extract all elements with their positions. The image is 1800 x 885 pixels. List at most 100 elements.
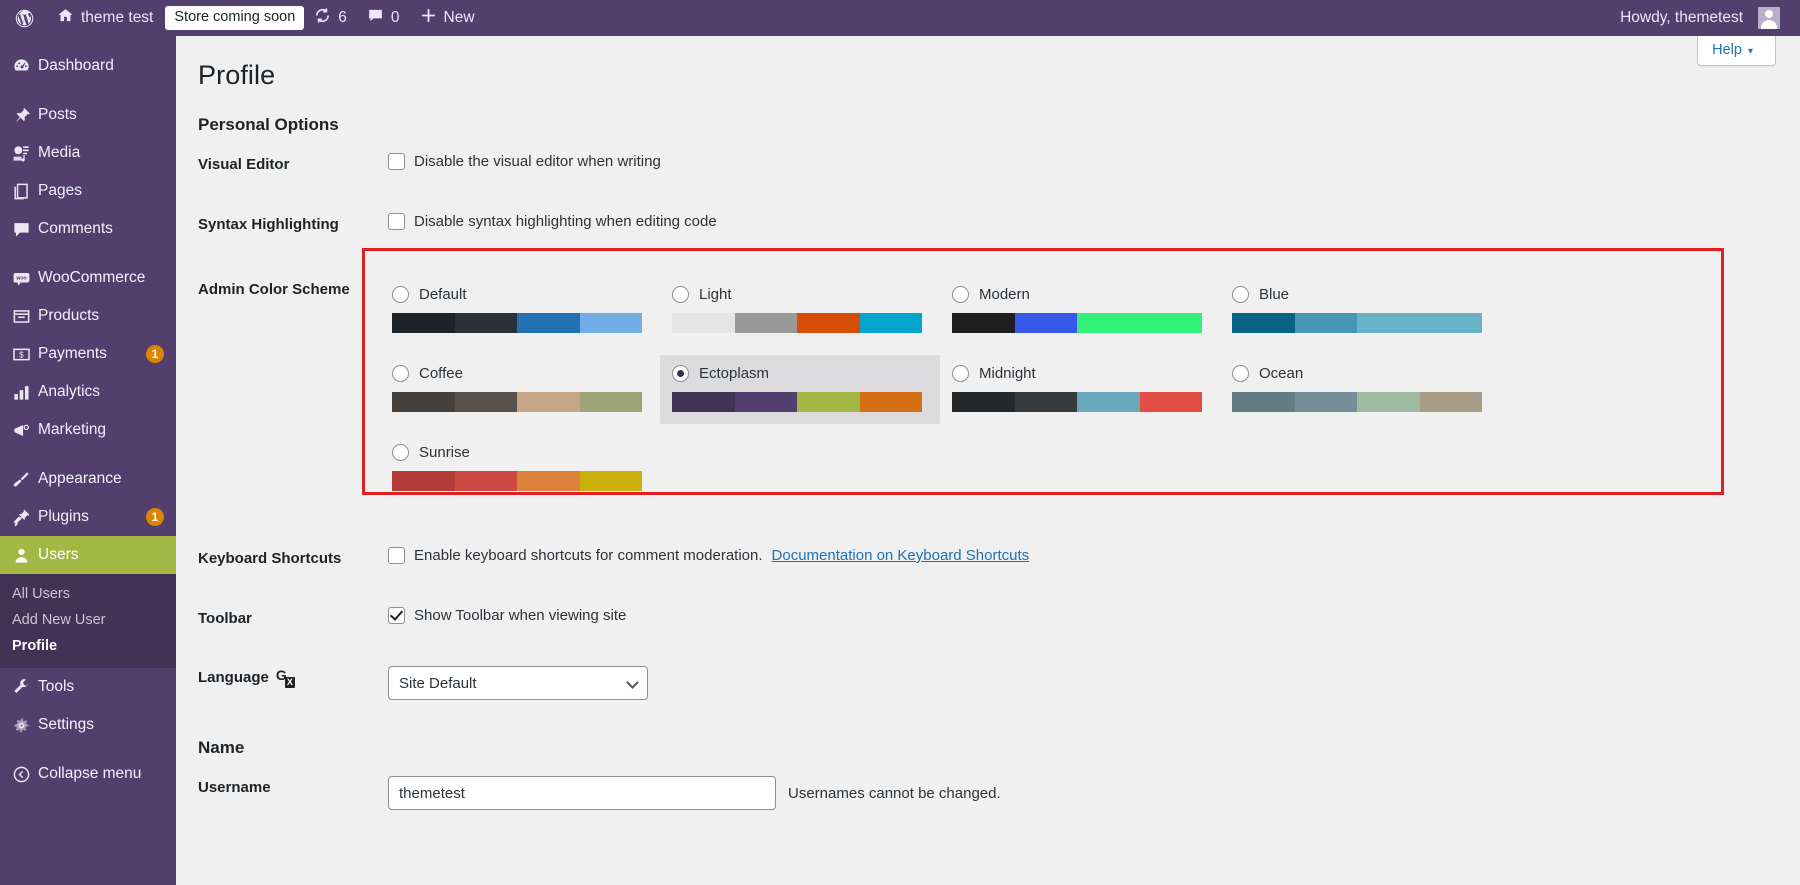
color-scheme-label: Light [699,286,732,303]
pages-icon [12,181,38,201]
toolbar-checkbox-row[interactable]: Show Toolbar when viewing site [388,607,1790,624]
sidebar-item-collapse-menu[interactable]: Collapse menu [0,755,176,793]
color-scheme-radio[interactable] [672,286,689,303]
sidebar-item-tools[interactable]: Tools [0,668,176,706]
keyboard-shortcuts-checkbox[interactable] [388,547,405,564]
comment-bubble-icon [367,7,384,29]
sidebar-item-users[interactable]: Users [0,536,176,574]
language-select[interactable]: Site Default English (United States) [388,666,648,700]
color-swatch [392,392,455,412]
sidebar-item-media[interactable]: Media [0,134,176,172]
sidebar-item-comments[interactable]: Comments [0,210,176,248]
sidebar-item-posts[interactable]: Posts [0,96,176,134]
menu-spacer [0,449,176,460]
store-status-badge[interactable]: Store coming soon [165,6,304,30]
sidebar-item-marketing[interactable]: Marketing [0,411,176,449]
color-swatch [517,313,580,333]
sidebar-item-label: Plugins [38,508,138,526]
color-swatch [860,392,923,412]
sidebar-item-pages[interactable]: Pages [0,172,176,210]
keyboard-shortcuts-doc-link[interactable]: Documentation on Keyboard Shortcuts [772,547,1030,564]
color-scheme-swatches [392,471,642,491]
syntax-highlighting-checkbox[interactable] [388,213,405,230]
color-scheme-radio[interactable] [672,365,689,382]
plug-icon [12,507,38,527]
sidebar-item-label: Dashboard [38,57,176,75]
help-tab-button[interactable]: Help▾ [1697,36,1776,66]
sidebar-item-analytics[interactable]: Analytics [0,373,176,411]
color-scheme-radio[interactable] [392,444,409,461]
products-icon [12,306,38,326]
submenu-item-all-users[interactable]: All Users [0,581,176,607]
user-icon [12,545,38,565]
username-input[interactable] [388,776,776,810]
comments-button[interactable]: 0 [357,0,410,36]
chevron-down-icon: ▾ [1748,46,1753,57]
users-submenu: All Users Add New User Profile [0,574,176,668]
visual-editor-checkbox-row[interactable]: Disable the visual editor when writing [388,153,1790,170]
keyboard-shortcuts-checkbox-row[interactable]: Enable keyboard shortcuts for comment mo… [388,547,1790,564]
color-swatch [797,392,860,412]
color-scheme-option-modern[interactable]: Modern [940,276,1220,345]
syntax-highlighting-checkbox-row[interactable]: Disable syntax highlighting when editing… [388,213,1790,230]
color-scheme-option-midnight[interactable]: Midnight [940,355,1220,424]
sidebar-item-appearance[interactable]: Appearance [0,460,176,498]
color-scheme-list: Default Light ModernBlue CoffeeEctoplasmMid… [380,276,1690,513]
color-scheme-radio[interactable] [392,365,409,382]
color-swatch [672,392,735,412]
sidebar-item-products[interactable]: Products [0,297,176,335]
sidebar-item-label: Products [38,307,176,325]
svg-text:$: $ [19,350,24,359]
submenu-item-profile[interactable]: Profile [0,633,176,659]
paintbrush-icon [12,469,38,489]
sidebar-item-label: Users [38,546,176,564]
megaphone-icon [12,420,38,440]
sidebar-item-plugins[interactable]: Plugins 1 [0,498,176,536]
color-swatch [392,313,455,333]
color-scheme-option-light[interactable]: Light [660,276,940,345]
color-scheme-option-ectoplasm[interactable]: Ectoplasm [660,355,940,424]
pin-icon [12,105,38,125]
color-scheme-option-sunrise[interactable]: Sunrise [380,434,660,503]
admin-sidebar-menu: Dashboard Posts Media Pages Comments woo… [0,36,176,885]
submenu-item-add-new-user[interactable]: Add New User [0,607,176,633]
keyboard-shortcuts-label: Keyboard Shortcuts [176,529,388,589]
new-content-label: New [444,9,475,27]
site-name-button[interactable]: theme test [47,0,163,36]
color-scheme-radio[interactable] [952,286,969,303]
wordpress-logo-button[interactable] [0,0,47,36]
toolbar-checkbox-label: Show Toolbar when viewing site [414,607,626,624]
color-scheme-header: Default [392,286,648,303]
updates-button[interactable]: 6 [304,0,357,36]
syntax-highlighting-label: Syntax Highlighting [176,195,388,255]
admin-color-scheme-label: Admin Color Scheme [176,254,388,529]
color-scheme-radio[interactable] [1232,365,1249,382]
sidebar-item-settings[interactable]: Settings [0,706,176,744]
color-scheme-option-blue[interactable]: Blue [1220,276,1500,345]
color-swatch [517,392,580,412]
color-scheme-option-coffee[interactable]: Coffee [380,355,660,424]
color-scheme-header: Sunrise [392,444,648,461]
sidebar-item-woocommerce[interactable]: woo WooCommerce [0,259,176,297]
color-scheme-option-default[interactable]: Default [380,276,660,345]
sidebar-item-payments[interactable]: $ Payments 1 [0,335,176,373]
toolbar-checkbox[interactable] [388,607,405,624]
color-scheme-radio[interactable] [392,286,409,303]
keyboard-shortcuts-cell: Enable keyboard shortcuts for comment mo… [388,529,1800,589]
sidebar-item-label: Settings [38,716,176,734]
wrench-icon [12,677,38,697]
color-scheme-option-ocean[interactable]: Ocean [1220,355,1500,424]
visual-editor-checkbox[interactable] [388,153,405,170]
avatar [1758,7,1780,29]
color-scheme-radio[interactable] [952,365,969,382]
sidebar-item-dashboard[interactable]: Dashboard [0,47,176,85]
new-content-button[interactable]: New [410,0,485,36]
color-swatch [392,471,455,491]
my-account-button[interactable]: Howdy, themetest [1610,0,1800,36]
color-scheme-swatches [672,313,922,333]
color-scheme-swatches [1232,392,1482,412]
color-scheme-radio[interactable] [1232,286,1249,303]
color-swatch [455,313,518,333]
admin-bar: theme test Store coming soon 6 0 New How… [0,0,1800,36]
sidebar-item-label: Media [38,144,176,162]
